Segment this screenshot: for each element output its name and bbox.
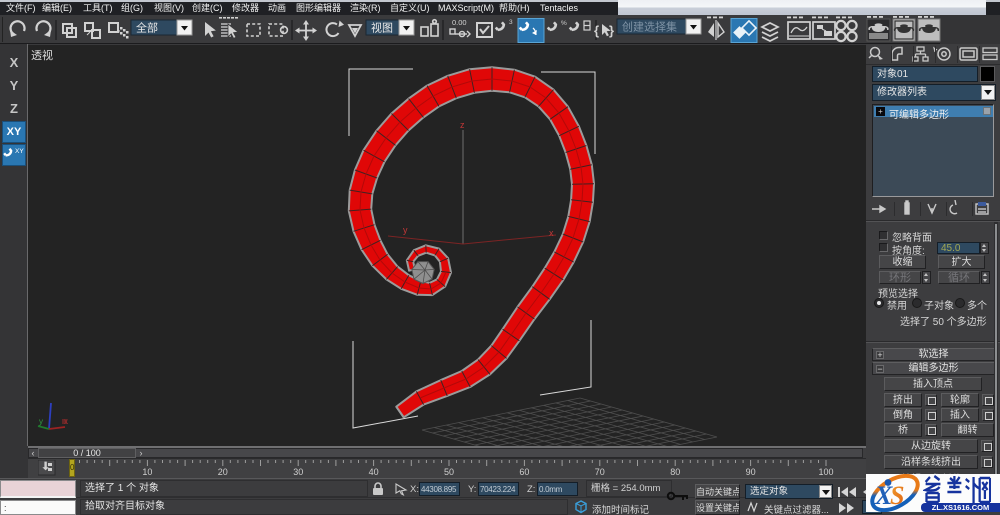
svg-text:20: 20 bbox=[218, 467, 228, 477]
svg-text:z: z bbox=[460, 120, 465, 130]
svg-text:100: 100 bbox=[818, 467, 833, 477]
svg-text:50: 50 bbox=[444, 467, 454, 477]
svg-text:x: x bbox=[549, 228, 554, 238]
svg-text:%: % bbox=[561, 20, 567, 27]
svg-text:y: y bbox=[39, 417, 43, 426]
svg-text:10: 10 bbox=[142, 467, 152, 477]
svg-text:0.00: 0.00 bbox=[452, 18, 467, 27]
svg-text:80: 80 bbox=[670, 467, 680, 477]
svg-text:70: 70 bbox=[595, 467, 605, 477]
svg-text:40: 40 bbox=[369, 467, 379, 477]
svg-text:创建选择集: 创建选择集 bbox=[622, 20, 677, 34]
svg-text:S: S bbox=[890, 481, 904, 510]
svg-text:y: y bbox=[403, 225, 408, 235]
svg-text:3: 3 bbox=[509, 19, 513, 26]
svg-text:60: 60 bbox=[519, 467, 529, 477]
svg-text:XY: XY bbox=[15, 148, 24, 155]
svg-text:90: 90 bbox=[746, 467, 756, 477]
svg-text:30: 30 bbox=[293, 467, 303, 477]
svg-text:全部: 全部 bbox=[136, 21, 158, 35]
svg-text:}: } bbox=[609, 23, 614, 38]
svg-text:视图: 视图 bbox=[371, 21, 393, 35]
svg-text:{: { bbox=[594, 23, 599, 38]
